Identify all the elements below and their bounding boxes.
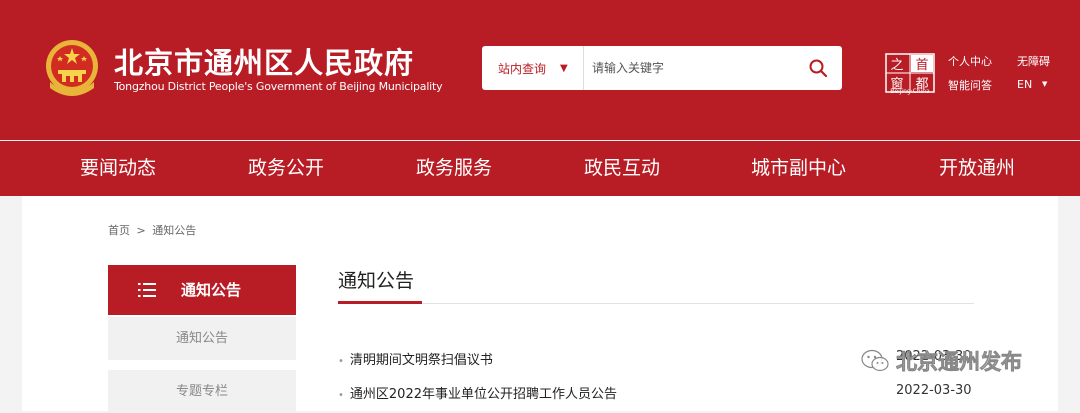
title-accent-bar [338,301,422,304]
search-icon[interactable] [808,58,828,78]
search-input[interactable] [586,46,796,90]
bullet-icon: • [338,390,344,401]
caret-down-icon: ▼ [1042,80,1048,88]
nav-item-gov-affairs-open[interactable]: 政务公开 [248,141,324,196]
title-divider [338,303,974,304]
smart-qa-link[interactable]: 智能问答 [948,77,992,93]
site-title: 北京市通州区人民政府 [114,46,415,80]
news-item[interactable]: • 清明期间文明祭扫倡议书 [338,349,493,368]
news-title[interactable]: 通州区2022年事业单位公开招聘工作人员公告 [350,387,617,402]
site-header: 北京市通州区人民政府 Tongzhou District People's Go… [0,0,1080,140]
news-item[interactable]: • 通州区2022年事业单位公开招聘工作人员公告 [338,383,617,402]
capital-logo-char-1: 之 [890,58,903,73]
accessibility-link[interactable]: 无障碍 [1017,53,1050,69]
national-emblem-icon[interactable] [42,38,102,100]
breadcrumb-current[interactable]: 通知公告 [152,224,196,237]
capital-logo-char-2: 首 [915,58,928,73]
wechat-watermark: 北京通州发布 [860,346,1022,376]
search-box: 站内查询 ▼ [482,46,842,90]
search-scope-select[interactable]: 站内查询 ▼ [482,46,584,90]
personal-center-link[interactable]: 个人中心 [948,53,992,69]
sidebar-header: 通知公告 [108,265,296,315]
menu-list-icon [138,283,156,297]
page-title: 通知公告 [338,270,415,292]
wechat-icon [861,349,889,372]
site-subtitle: Tongzhou District People's Government of… [114,80,443,93]
nav-item-gov-services[interactable]: 政务服务 [416,141,492,196]
nav-item-sub-center[interactable]: 城市副中心 [751,141,846,196]
news-title[interactable]: 清明期间文明祭扫倡议书 [350,353,493,368]
breadcrumb: 首页 > 通知公告 [108,222,196,238]
nav-item-interaction[interactable]: 政民互动 [584,141,660,196]
capital-logo-caption: Beijing·China [890,88,930,95]
search-scope-label: 站内查询 [498,61,547,76]
watermark-text: 北京通州发布 [896,350,1023,375]
sidebar-item-special-topics[interactable]: 专题专栏 [108,370,296,413]
main-nav: 要闻动态 政务公开 政务服务 政民互动 城市副中心 开放通州 [0,141,1080,196]
breadcrumb-separator: > [136,224,146,237]
bullet-icon: • [338,356,344,367]
nav-item-news[interactable]: 要闻动态 [80,141,156,196]
news-date: 2022-03-30 [896,383,972,398]
sidebar-item-notices[interactable]: 通知公告 [108,317,296,360]
language-switch[interactable]: EN [1017,78,1032,91]
content-panel: 首页 > 通知公告 通知公告 通知公告 专题专栏 通知公告 • 清明期间文明祭扫倡… [22,196,1058,413]
sidebar-title: 通知公告 [181,281,242,299]
caret-down-icon: ▼ [560,62,568,74]
breadcrumb-home[interactable]: 首页 [108,224,130,237]
nav-item-open-tongzhou[interactable]: 开放通州 [939,141,1015,196]
